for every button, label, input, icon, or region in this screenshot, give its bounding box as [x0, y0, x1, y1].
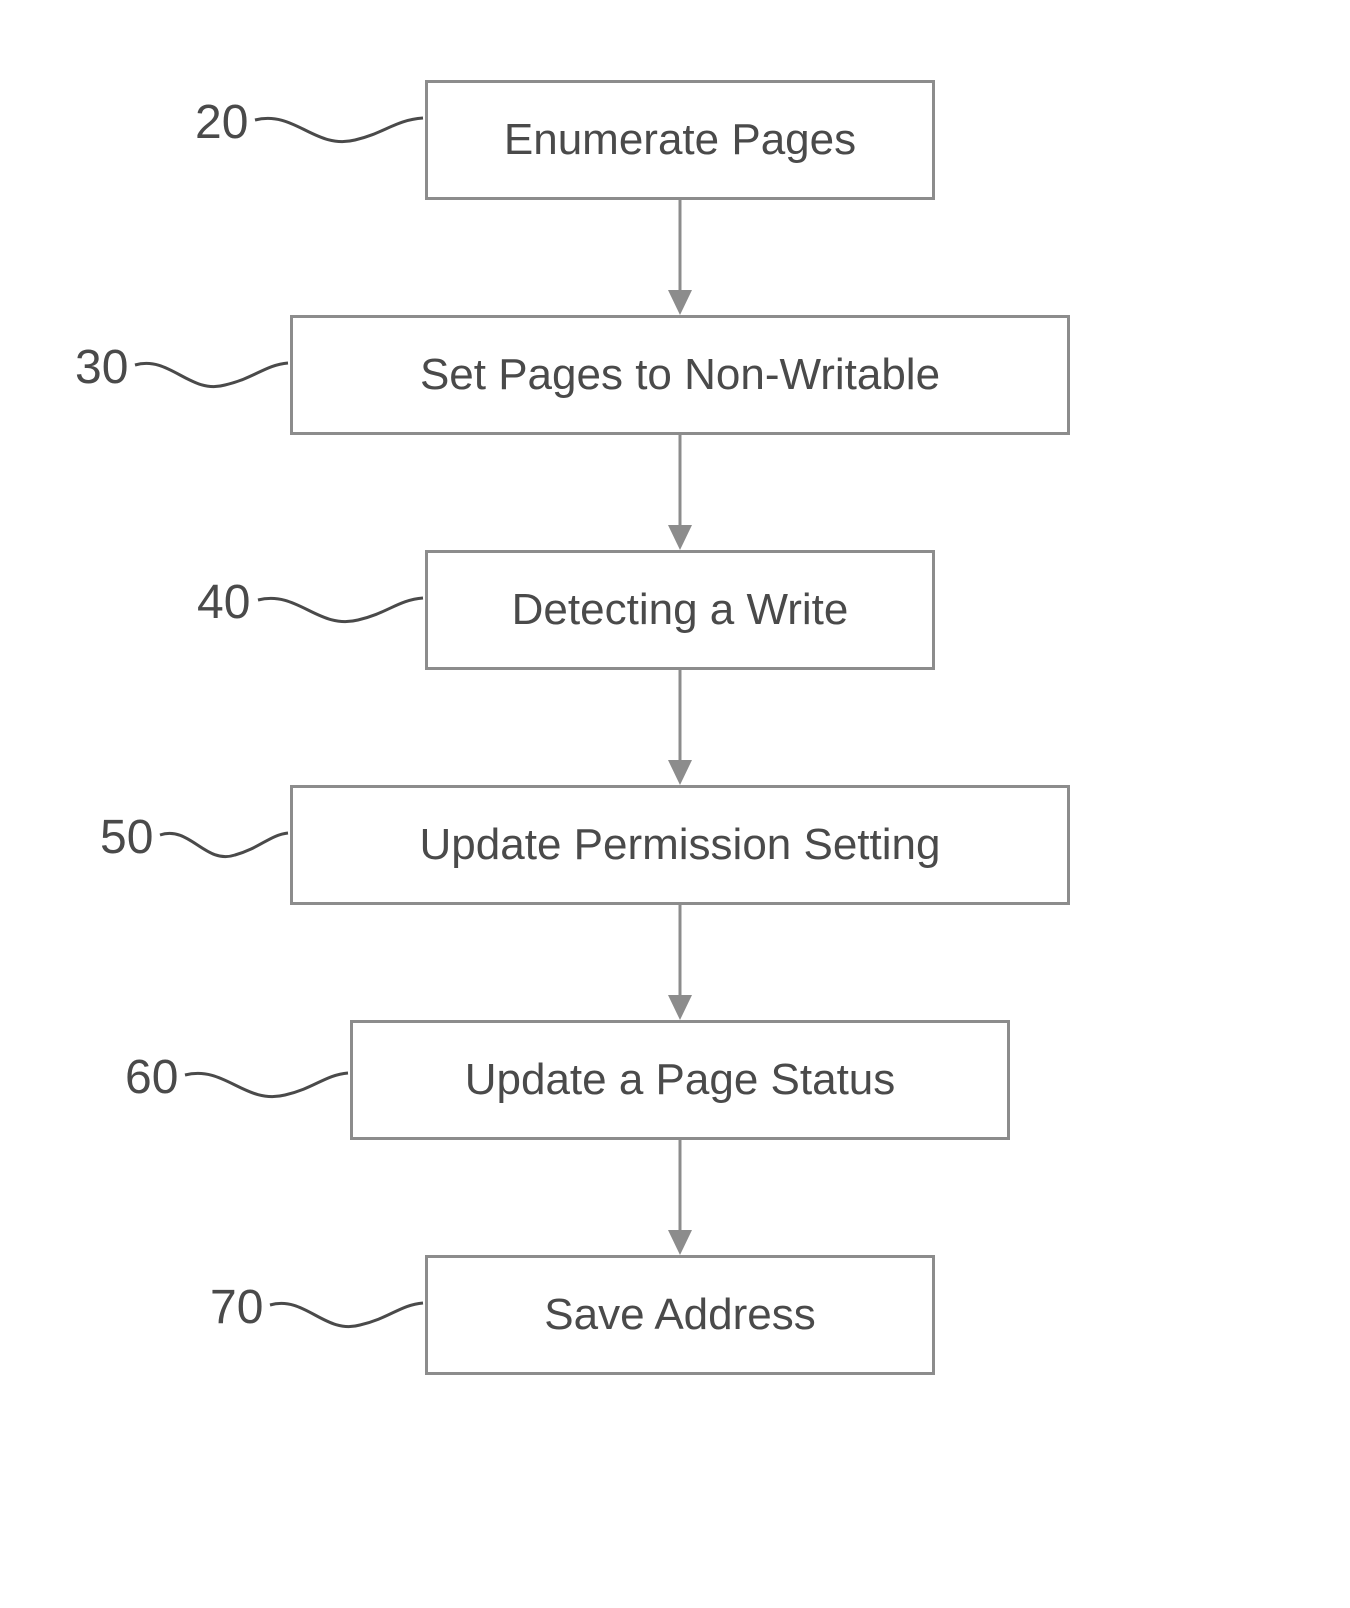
ref-label-60: 60	[125, 1050, 178, 1105]
arrow-20-30	[660, 200, 700, 315]
leader-20	[255, 115, 425, 165]
step-box-30: Set Pages to Non-Writable	[290, 315, 1070, 435]
arrow-40-50	[660, 670, 700, 785]
leader-60	[185, 1070, 350, 1120]
ref-label-70: 70	[210, 1280, 263, 1335]
leader-40	[258, 595, 425, 645]
step-label-20: Enumerate Pages	[504, 115, 856, 165]
ref-label-20: 20	[195, 95, 248, 150]
step-box-50: Update Permission Setting	[290, 785, 1070, 905]
step-box-20: Enumerate Pages	[425, 80, 935, 200]
arrow-50-60	[660, 905, 700, 1020]
ref-label-30: 30	[75, 340, 128, 395]
step-label-70: Save Address	[544, 1290, 816, 1340]
step-label-50: Update Permission Setting	[420, 820, 941, 870]
flowchart-container: Enumerate Pages 20 Set Pages to Non-Writ…	[0, 0, 1350, 1608]
leader-50	[160, 830, 290, 880]
step-box-60: Update a Page Status	[350, 1020, 1010, 1140]
ref-label-40: 40	[197, 575, 250, 630]
leader-30	[135, 360, 290, 410]
step-box-70: Save Address	[425, 1255, 935, 1375]
leader-70	[270, 1300, 425, 1350]
arrow-60-70	[660, 1140, 700, 1255]
step-box-40: Detecting a Write	[425, 550, 935, 670]
ref-label-50: 50	[100, 810, 153, 865]
arrow-30-40	[660, 435, 700, 550]
step-label-40: Detecting a Write	[512, 585, 849, 635]
step-label-60: Update a Page Status	[465, 1055, 896, 1105]
step-label-30: Set Pages to Non-Writable	[420, 350, 940, 400]
